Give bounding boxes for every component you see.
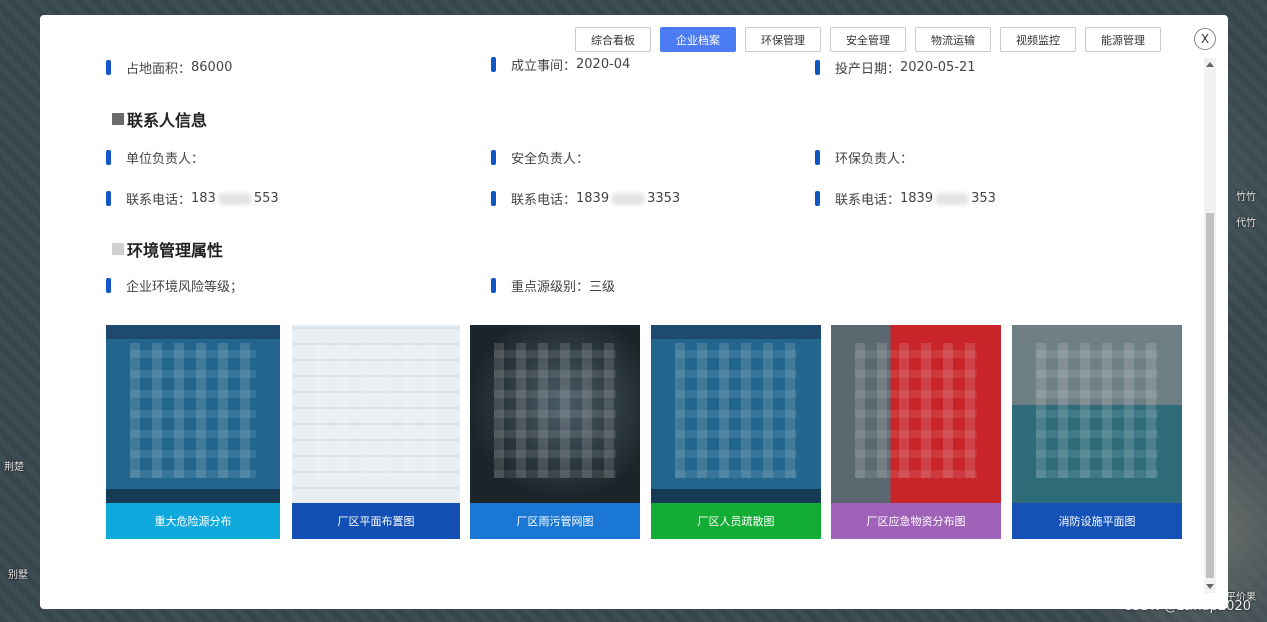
contacts-title-text: 联系人信息 bbox=[127, 111, 208, 130]
field-marker bbox=[491, 278, 496, 293]
key-source-field: 重点源级别： 三级 bbox=[491, 276, 615, 295]
map-label: 代竹 bbox=[1236, 218, 1256, 229]
close-button[interactable]: X bbox=[1194, 28, 1216, 50]
diagram-card-caption[interactable]: 厂区应急物资分布图 bbox=[831, 503, 1001, 539]
unit-head-field: 单位负责人： bbox=[106, 148, 204, 167]
enterprise-profile-modal: 综合看板 企业档案 环保管理 安全管理 物流运输 视频监控 能源管理 X 占地面… bbox=[40, 15, 1228, 609]
diagram-thumbnail[interactable] bbox=[292, 325, 460, 503]
diagram-thumbnail[interactable] bbox=[470, 325, 640, 503]
thumbnail-detail bbox=[130, 342, 256, 479]
field-marker bbox=[106, 278, 111, 293]
tab-logistics[interactable]: 物流运输 bbox=[915, 27, 991, 52]
production-date-field: 投产日期： 2020-05-21 bbox=[815, 58, 976, 77]
map-label: 竹竹 bbox=[1236, 192, 1256, 203]
field-marker bbox=[106, 60, 111, 75]
tab-environmental-management[interactable]: 环保管理 bbox=[745, 27, 821, 52]
redacted-blur bbox=[935, 192, 970, 205]
diagram-card-caption[interactable]: 厂区人员疏散图 bbox=[651, 503, 821, 539]
diagram-thumbnail[interactable] bbox=[831, 325, 1001, 503]
unit-head-label: 单位负责人： bbox=[126, 152, 205, 167]
key-source-value: 三级 bbox=[589, 280, 616, 295]
diagram-card-caption[interactable]: 重大危险源分布 bbox=[106, 503, 280, 539]
field-marker bbox=[491, 57, 496, 72]
diagram-card[interactable]: 厂区人员疏散图 bbox=[651, 325, 821, 539]
phone-suffix: 353 bbox=[971, 191, 996, 206]
area-value: 86000 bbox=[191, 60, 233, 75]
diagram-card[interactable]: 厂区平面布置图 bbox=[292, 325, 460, 539]
thumbnail-detail bbox=[674, 342, 798, 479]
safety-head-label: 安全负责人： bbox=[511, 152, 590, 167]
section-square-icon bbox=[112, 113, 124, 125]
diagram-thumbnail[interactable] bbox=[1012, 325, 1182, 503]
founded-field: 成立事间： 2020-04 bbox=[491, 55, 630, 74]
scrollbar[interactable] bbox=[1204, 58, 1216, 593]
risk-level-label: 企业环境风险等级； bbox=[126, 280, 244, 295]
diagram-card[interactable]: 重大危险源分布 bbox=[106, 325, 280, 539]
diagram-thumbnail[interactable] bbox=[651, 325, 821, 503]
env-head-field: 环保负责人： bbox=[815, 148, 913, 167]
diagram-card[interactable]: 厂区雨污管网图 bbox=[470, 325, 640, 539]
safety-head-field: 安全负责人： bbox=[491, 148, 589, 167]
phone-prefix: 183 bbox=[191, 191, 216, 206]
phone-label: 联系电话： bbox=[511, 193, 577, 208]
diagram-thumbnail[interactable] bbox=[106, 325, 280, 503]
map-label: 别墅 bbox=[8, 570, 28, 581]
phone-field-1: 联系电话： 183 553 bbox=[106, 189, 279, 208]
redacted-blur bbox=[217, 192, 252, 205]
diagram-card[interactable]: 消防设施平面图 bbox=[1012, 325, 1182, 539]
scroll-thumb[interactable] bbox=[1206, 213, 1214, 578]
tab-enterprise-profile[interactable]: 企业档案 bbox=[660, 27, 736, 52]
phone-label: 联系电话： bbox=[126, 193, 192, 208]
environment-section-title: 环境管理属性 bbox=[112, 237, 223, 261]
scroll-down-arrow-icon[interactable] bbox=[1206, 584, 1214, 589]
phone-prefix: 1839 bbox=[900, 191, 934, 206]
diagram-card-caption[interactable]: 厂区平面布置图 bbox=[292, 503, 460, 539]
tab-safety-management[interactable]: 安全管理 bbox=[830, 27, 906, 52]
section-square-icon bbox=[112, 243, 124, 255]
field-marker bbox=[106, 150, 111, 165]
risk-level-field: 企业环境风险等级； bbox=[106, 276, 243, 295]
founded-value: 2020-04 bbox=[576, 57, 631, 72]
map-label: 荆楚 bbox=[4, 462, 24, 473]
redacted-blur bbox=[611, 192, 646, 205]
field-marker bbox=[491, 191, 496, 206]
field-marker bbox=[106, 191, 111, 206]
phone-field-3: 联系电话： 1839 353 bbox=[815, 189, 996, 208]
field-marker bbox=[815, 191, 820, 206]
area-label: 占地面积： bbox=[126, 62, 192, 77]
key-source-label: 重点源级别： bbox=[511, 280, 590, 295]
contacts-section-title: 联系人信息 bbox=[112, 107, 207, 131]
founded-label: 成立事间： bbox=[511, 59, 577, 74]
phone-suffix: 553 bbox=[253, 191, 279, 206]
production-date-value: 2020-05-21 bbox=[900, 60, 976, 75]
environment-title-text: 环境管理属性 bbox=[127, 241, 224, 260]
scroll-up-arrow-icon[interactable] bbox=[1206, 62, 1214, 67]
production-date-label: 投产日期： bbox=[835, 62, 901, 77]
thumbnail-detail bbox=[854, 342, 978, 479]
tab-dashboard[interactable]: 综合看板 bbox=[575, 27, 651, 52]
thumbnail-detail bbox=[1035, 342, 1159, 479]
tab-video-surveillance[interactable]: 视频监控 bbox=[1000, 27, 1076, 52]
field-marker bbox=[815, 150, 820, 165]
diagram-card-caption[interactable]: 厂区雨污管网图 bbox=[470, 503, 640, 539]
phone-suffix: 3353 bbox=[647, 191, 681, 206]
diagram-card[interactable]: 厂区应急物资分布图 bbox=[831, 325, 1001, 539]
env-head-label: 环保负责人： bbox=[835, 152, 914, 167]
phone-label: 联系电话： bbox=[835, 193, 901, 208]
thumbnail-detail bbox=[315, 342, 437, 479]
phone-prefix: 1839 bbox=[576, 191, 610, 206]
thumbnail-detail bbox=[493, 342, 617, 479]
phone-field-2: 联系电话： 1839 3353 bbox=[491, 189, 680, 208]
tab-bar: 综合看板 企业档案 环保管理 安全管理 物流运输 视频监控 能源管理 bbox=[575, 27, 1161, 52]
field-marker bbox=[815, 60, 820, 75]
area-field: 占地面积： 86000 bbox=[106, 58, 232, 77]
diagram-card-caption[interactable]: 消防设施平面图 bbox=[1012, 503, 1182, 539]
tab-energy-management[interactable]: 能源管理 bbox=[1085, 27, 1161, 52]
field-marker bbox=[491, 150, 496, 165]
